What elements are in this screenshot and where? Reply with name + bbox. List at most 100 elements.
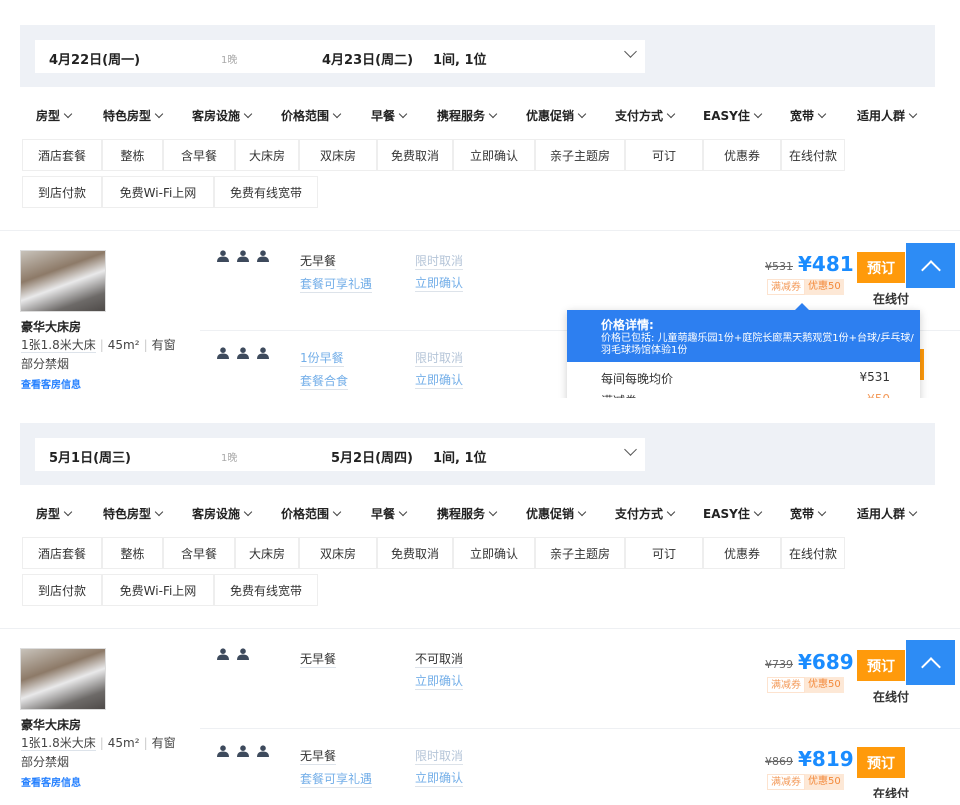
filter-tag[interactable]: 酒店套餐	[22, 139, 102, 171]
checkout-date[interactable]: 4月23日(周二)	[322, 49, 413, 68]
guests-rooms[interactable]: 1间, 1位	[433, 447, 487, 466]
filter-10[interactable]: 适用人群	[857, 107, 918, 124]
person-icon	[237, 250, 249, 262]
filter-8[interactable]: EASY住	[703, 107, 763, 124]
filter-tag[interactable]: 大床房	[235, 537, 299, 569]
room-image[interactable]	[20, 648, 106, 710]
filter-tag[interactable]: 在线付款	[781, 139, 845, 171]
filter-tag[interactable]: 在线付款	[781, 537, 845, 569]
filter-tag[interactable]: 立即确认	[453, 537, 535, 569]
chevron-down-icon	[398, 507, 408, 517]
price-row: 每间每晚均价 ¥531	[601, 370, 890, 387]
filter-3[interactable]: 价格范围	[281, 107, 342, 124]
filter-tag[interactable]: 免费有线宽带	[214, 574, 318, 606]
filter-tag[interactable]: 免费取消	[377, 537, 453, 569]
filter-1[interactable]: 特色房型	[103, 107, 164, 124]
filter-4[interactable]: 早餐	[371, 107, 408, 124]
filter-2[interactable]: 客房设施	[192, 107, 253, 124]
confirm-policy[interactable]: 立即确认	[415, 371, 464, 389]
book-button[interactable]: 预订	[857, 747, 905, 778]
filter-9[interactable]: 宽带	[790, 107, 827, 124]
checkin-date[interactable]: 5月1日(周三)	[49, 447, 131, 466]
room-image[interactable]	[20, 250, 106, 312]
filter-tag[interactable]: 立即确认	[453, 139, 535, 171]
filter-tag[interactable]: 亲子主题房	[535, 537, 625, 569]
confirm-policy[interactable]: 立即确认	[415, 672, 464, 690]
pay-online-label: 在线付	[873, 787, 910, 798]
filter-tag[interactable]: 可订	[625, 139, 703, 171]
cancel-policy[interactable]: 不可取消	[415, 650, 464, 668]
room-info-link[interactable]: 查看客房信息	[21, 376, 81, 391]
cancel-policy[interactable]: 限时取消	[415, 252, 464, 270]
filter-3[interactable]: 价格范围	[281, 505, 342, 522]
package-link[interactable]: 套餐合食	[300, 372, 349, 390]
filter-6[interactable]: 优惠促销	[526, 107, 587, 124]
filter-1[interactable]: 特色房型	[103, 505, 164, 522]
filter-tag[interactable]: 免费有线宽带	[214, 176, 318, 208]
original-price: ¥869	[765, 755, 793, 768]
filter-tag[interactable]: 到店付款	[22, 176, 102, 208]
filter-tag[interactable]: 含早餐	[163, 139, 235, 171]
filter-tag[interactable]: 免费取消	[377, 139, 453, 171]
original-price: ¥739	[765, 658, 793, 671]
filter-0[interactable]: 房型	[36, 505, 73, 522]
filter-6[interactable]: 优惠促销	[526, 505, 587, 522]
person-icon	[217, 648, 229, 660]
window-info: 有窗	[151, 736, 176, 750]
filter-7[interactable]: 支付方式	[615, 107, 676, 124]
filter-tag[interactable]: 免费Wi-Fi上网	[102, 574, 214, 606]
chevron-down-icon[interactable]	[624, 443, 637, 456]
filter-tag[interactable]: 大床房	[235, 139, 299, 171]
cancel-policy[interactable]: 限时取消	[415, 349, 464, 367]
cancel-policy[interactable]: 限时取消	[415, 747, 464, 765]
guests-rooms[interactable]: 1间, 1位	[433, 49, 487, 68]
chevron-down-icon	[753, 109, 763, 119]
filter-tag[interactable]: 亲子主题房	[535, 139, 625, 171]
date-selector[interactable]: 5月1日(周三) 1晚 5月2日(周四) 1间, 1位	[35, 438, 645, 471]
filter-tag[interactable]: 优惠券	[703, 139, 781, 171]
confirm-policy[interactable]: 立即确认	[415, 769, 464, 787]
chevron-down-icon	[577, 109, 587, 119]
scroll-to-top-button[interactable]	[906, 640, 955, 685]
filter-tag[interactable]: 含早餐	[163, 537, 235, 569]
filter-9[interactable]: 宽带	[790, 505, 827, 522]
filter-2[interactable]: 客房设施	[192, 505, 253, 522]
filter-tag[interactable]: 整栋	[102, 537, 163, 569]
filter-tag[interactable]: 优惠券	[703, 537, 781, 569]
filter-7[interactable]: 支付方式	[615, 505, 676, 522]
book-button[interactable]: 预订	[857, 252, 905, 283]
coupon-tag: 满减券	[767, 677, 805, 693]
package-link[interactable]: 套餐可享礼遇	[300, 770, 373, 788]
divider	[0, 230, 960, 231]
book-button[interactable]: 预订	[857, 650, 905, 681]
scroll-to-top-button[interactable]	[906, 243, 955, 288]
filter-10[interactable]: 适用人群	[857, 505, 918, 522]
filter-0[interactable]: 房型	[36, 107, 73, 124]
filter-4[interactable]: 早餐	[371, 505, 408, 522]
filter-8[interactable]: EASY住	[703, 505, 763, 522]
filter-tag[interactable]: 免费Wi-Fi上网	[102, 176, 214, 208]
checkin-date[interactable]: 4月22日(周一)	[49, 49, 140, 68]
nights-count: 1晚	[221, 55, 238, 66]
checkout-date[interactable]: 5月2日(周四)	[331, 447, 413, 466]
filter-tag[interactable]: 可订	[625, 537, 703, 569]
filter-5[interactable]: 携程服务	[437, 107, 498, 124]
filter-tag[interactable]: 双床房	[299, 537, 377, 569]
filter-tag[interactable]: 整栋	[102, 139, 163, 171]
filter-tag[interactable]: 双床房	[299, 139, 377, 171]
chevron-down-icon	[398, 109, 408, 119]
filter-5[interactable]: 携程服务	[437, 505, 498, 522]
package-link[interactable]: 套餐可享礼遇	[300, 275, 373, 293]
person-icon	[257, 250, 269, 262]
person-icon	[237, 347, 249, 359]
chevron-down-icon	[753, 507, 763, 517]
filter-tag[interactable]: 到店付款	[22, 574, 102, 606]
chevron-down-icon[interactable]	[624, 45, 637, 58]
room-info-link[interactable]: 查看客房信息	[21, 774, 81, 789]
filter-tag[interactable]: 酒店套餐	[22, 537, 102, 569]
guest-capacity-icons	[217, 250, 277, 266]
chevron-down-icon	[577, 507, 587, 517]
confirm-policy[interactable]: 立即确认	[415, 274, 464, 292]
date-selector[interactable]: 4月22日(周一) 1晚 4月23日(周二) 1间, 1位	[35, 40, 645, 73]
filter-label: 优惠促销	[526, 109, 575, 123]
